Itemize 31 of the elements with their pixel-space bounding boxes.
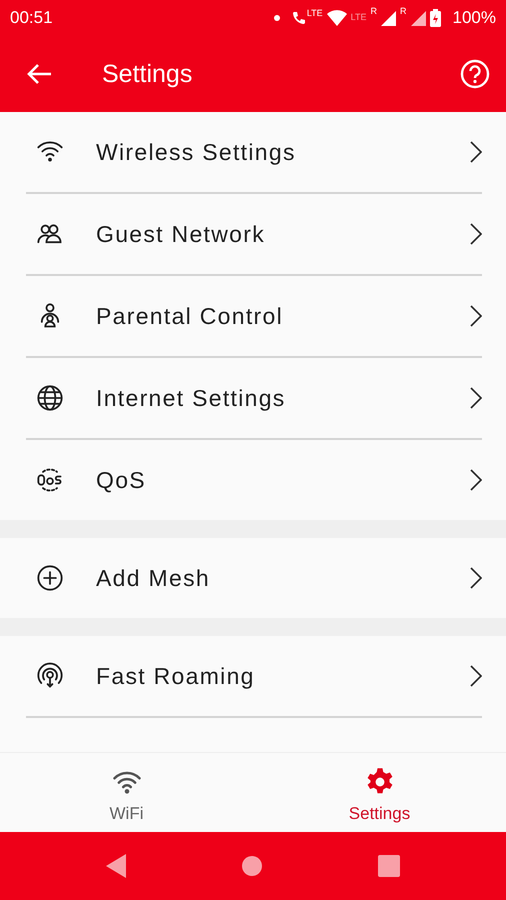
nav-tab[interactable]: Settings [253,753,506,832]
recents-square-icon[interactable] [378,855,400,877]
globe-icon [36,384,64,412]
nav-tab[interactable]: WiFi [0,753,253,832]
back-arrow-icon[interactable] [26,63,52,85]
chevron-right-icon [470,665,482,687]
signal-rings-icon [36,662,64,690]
chevron-right-icon [470,305,482,327]
wifi-signal-icon [326,10,347,26]
clock-time: 00:51 [10,7,53,30]
roaming-label: R [370,5,378,18]
chevron-right-icon [470,469,482,491]
plus-circle-icon [36,564,64,592]
back-triangle-icon[interactable] [106,854,126,878]
notification-dot-icon [274,15,280,21]
lte-label: LTE [306,7,323,20]
cell-signal-icon [410,10,426,26]
chevron-right-icon [470,567,482,589]
chevron-right-icon [470,141,482,163]
battery-percent: 100% [452,7,496,30]
cell-signal-icon [381,10,396,26]
screen-title: Settings [102,59,194,89]
roaming-label: R [400,5,407,18]
home-circle-icon[interactable] [240,855,263,877]
chevron-right-icon [470,223,482,245]
lte-label: LTE [350,11,367,24]
chevron-right-icon [470,387,482,409]
battery-icon [430,9,441,27]
qos-icon [36,466,64,494]
help-icon[interactable] [460,59,490,89]
phone-icon [292,10,306,26]
